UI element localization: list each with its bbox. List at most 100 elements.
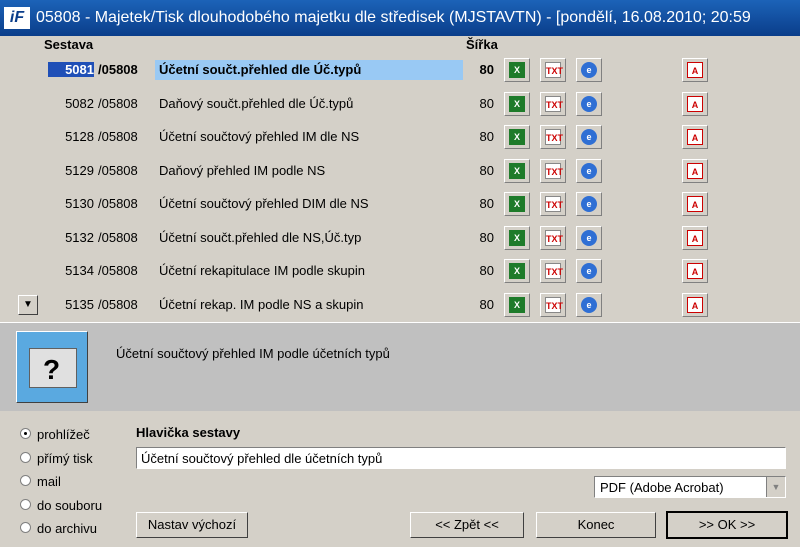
radio-dot[interactable]	[20, 522, 31, 533]
pdf-export-button[interactable]: A	[682, 259, 708, 283]
ok-button[interactable]: >> OK >>	[666, 511, 788, 539]
pdf-export-icon: A	[687, 62, 703, 78]
text-export-icon: TXT	[545, 296, 563, 313]
list-item[interactable]: 5081/05808 Účetní součt.přehled dle Úč.ty…	[0, 56, 800, 84]
back-button[interactable]: << Zpět <<	[410, 512, 524, 538]
excel-export-icon: X	[509, 296, 525, 313]
list-item[interactable]: 5082/05808 Daňový součt.přehled dle Úč.ty…	[0, 90, 800, 118]
report-doc-code: /05808	[98, 62, 138, 77]
column-header-sestava: Sestava	[44, 37, 94, 52]
excel-export-button[interactable]: X	[504, 225, 530, 250]
browser-export-button[interactable]: e	[576, 292, 602, 317]
report-number: 5134	[65, 263, 94, 278]
browser-export-icon: e	[581, 162, 597, 179]
list-item[interactable]: 5128/05808 Účetní součtový přehled IM dle…	[0, 123, 800, 151]
title-bar[interactable]: iF 05808 - Majetek/Tisk dlouhodobého maj…	[0, 0, 800, 36]
report-number: 5082	[65, 95, 94, 111]
text-export-button[interactable]: TXT	[540, 91, 566, 116]
pdf-export-button[interactable]: A	[682, 91, 708, 116]
radio-label: do archivu	[37, 521, 97, 536]
pdf-export-button[interactable]: A	[682, 125, 708, 149]
excel-export-button[interactable]: X	[504, 158, 530, 183]
report-width: 80	[479, 196, 494, 211]
pdf-export-button[interactable]: A	[682, 192, 708, 216]
radio-label: přímý tisk	[37, 450, 93, 466]
report-name: Účetní součtový přehled IM dle NS	[159, 129, 360, 144]
set-defaults-button[interactable]: Nastav výchozí	[136, 512, 248, 538]
report-description: Účetní součtový přehled IM podle účetníc…	[116, 346, 390, 361]
pdf-export-button[interactable]: A	[682, 225, 708, 250]
report-doc-code: /05808	[98, 196, 138, 211]
column-header-sirka: Šířka	[466, 37, 498, 52]
radio-label: prohlížeč	[37, 427, 90, 442]
excel-export-button[interactable]: X	[504, 125, 530, 149]
pdf-export-button[interactable]: A	[682, 292, 708, 317]
browser-export-icon: e	[581, 229, 597, 246]
pdf-export-button[interactable]: A	[682, 158, 708, 183]
format-select[interactable]: PDF (Adobe Acrobat) ▼	[594, 476, 786, 498]
browser-export-icon: e	[581, 196, 597, 212]
report-width: 80	[479, 162, 494, 178]
excel-export-icon: X	[509, 95, 525, 112]
radio-dot[interactable]	[20, 428, 31, 439]
report-name: Účetní rekapitulace IM podle skupin	[159, 263, 365, 278]
pdf-export-icon: A	[687, 263, 703, 279]
excel-export-button[interactable]: X	[504, 292, 530, 317]
list-item[interactable]: 5132/05808 Účetní součt.přehled dle NS,Úč…	[0, 224, 800, 252]
radio-dot[interactable]	[20, 475, 31, 486]
report-width: 80	[479, 263, 494, 278]
browser-export-button[interactable]: e	[576, 259, 602, 283]
radio-dot[interactable]	[20, 451, 31, 463]
text-export-button[interactable]: TXT	[540, 292, 566, 317]
report-width: 80	[479, 95, 494, 111]
radio-dot[interactable]	[20, 498, 31, 510]
text-export-icon: TXT	[545, 229, 563, 246]
browser-export-button[interactable]: e	[576, 58, 602, 82]
text-export-button[interactable]: TXT	[540, 58, 566, 82]
browser-export-icon: e	[581, 296, 597, 313]
list-item[interactable]: 5130/05808 Účetní součtový přehled DIM dl…	[0, 190, 800, 218]
browser-export-button[interactable]: e	[576, 125, 602, 149]
text-export-button[interactable]: TXT	[540, 158, 566, 183]
report-width: 80	[479, 62, 494, 77]
browser-export-button[interactable]: e	[576, 158, 602, 183]
text-export-button[interactable]: TXT	[540, 192, 566, 216]
scroll-down-icon[interactable]: ▼	[18, 294, 38, 315]
report-name: Daňový přehled IM podle NS	[159, 162, 326, 178]
text-export-button[interactable]: TXT	[540, 125, 566, 149]
browser-export-button[interactable]: e	[576, 192, 602, 216]
chevron-down-icon[interactable]: ▼	[766, 477, 785, 497]
excel-export-button[interactable]: X	[504, 259, 530, 283]
report-doc-code: /05808	[98, 229, 138, 245]
window-title: 05808 - Majetek/Tisk dlouhodobého majetk…	[36, 9, 751, 26]
excel-export-icon: X	[509, 162, 525, 179]
report-name: Účetní součtový přehled DIM dle NS	[159, 196, 369, 211]
excel-export-icon: X	[509, 229, 525, 246]
report-width: 80	[479, 129, 494, 144]
excel-export-button[interactable]: X	[504, 192, 530, 216]
end-button[interactable]: Konec	[536, 512, 656, 538]
browser-export-button[interactable]: e	[576, 91, 602, 116]
excel-export-button[interactable]: X	[504, 58, 530, 82]
browser-export-icon: e	[581, 129, 597, 145]
excel-export-button[interactable]: X	[504, 91, 530, 116]
text-export-button[interactable]: TXT	[540, 259, 566, 283]
pdf-export-icon: A	[687, 196, 703, 212]
report-number: 5128	[65, 129, 94, 144]
list-item[interactable]: ▼ 5135/05808 Účetní rekap. IM podle NS a s…	[0, 291, 800, 319]
text-export-icon: TXT	[545, 196, 563, 212]
pdf-export-button[interactable]: A	[682, 58, 708, 82]
report-doc-code: /05808	[98, 263, 138, 278]
radio-label: do souboru	[37, 497, 103, 513]
text-export-button[interactable]: TXT	[540, 225, 566, 250]
excel-export-icon: X	[509, 196, 525, 212]
app-logo: iF	[4, 7, 30, 29]
report-width: 80	[479, 229, 494, 245]
printer-help-icon[interactable]: ?	[16, 331, 88, 403]
report-header-input[interactable]	[136, 447, 786, 469]
pdf-export-icon: A	[687, 296, 703, 313]
browser-export-button[interactable]: e	[576, 225, 602, 250]
text-export-icon: TXT	[545, 263, 563, 279]
list-item[interactable]: 5129/05808 Daňový přehled IM podle NS 80 X T…	[0, 157, 800, 185]
list-item[interactable]: 5134/05808 Účetní rekapitulace IM podle s…	[0, 257, 800, 285]
